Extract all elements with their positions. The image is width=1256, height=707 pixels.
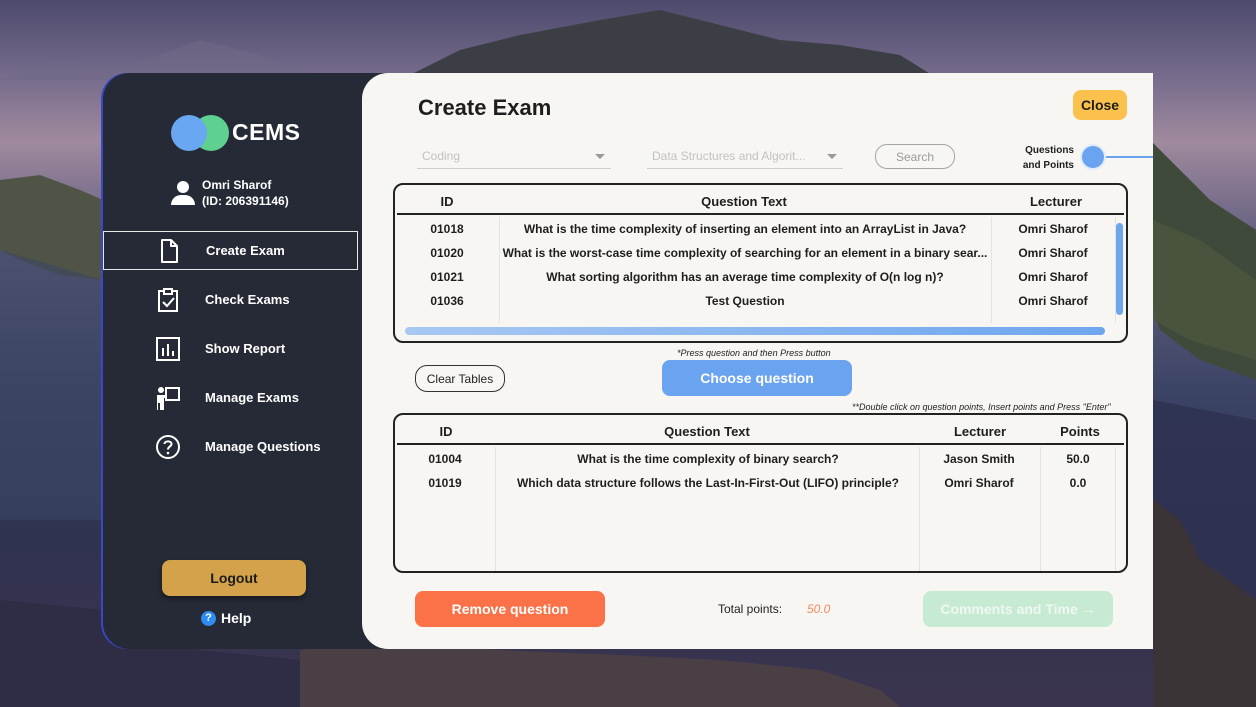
step-indicator-label: Questions and Points <box>1022 145 1074 171</box>
sidebar-item-show-report[interactable]: Show Report <box>103 329 393 368</box>
bar-chart-icon <box>156 336 180 361</box>
sidebar-item-label: Show Report <box>205 341 286 356</box>
choose-hint: *Press question and then Press button <box>677 348 831 358</box>
table-row[interactable]: 01036 Test Question Omri Sharof <box>395 289 1126 313</box>
points-hint: **Double click on question points, Inser… <box>852 402 1111 412</box>
help-icon: ? <box>201 610 216 626</box>
chevron-down-icon <box>827 154 837 159</box>
table-row[interactable]: 01019 Which data structure follows the L… <box>395 471 1126 495</box>
total-points-label: Total points: <box>718 602 783 616</box>
question-circle-icon <box>156 434 180 459</box>
sidebar-item-check-exams[interactable]: Check Exams <box>103 280 393 319</box>
subject-dropdown-value: Coding <box>422 149 461 163</box>
table-row[interactable]: 01020 What is the worst-case time comple… <box>395 241 1126 265</box>
table-row[interactable]: 01021 What sorting algorithm has an aver… <box>395 265 1126 289</box>
remove-question-button[interactable]: Remove question <box>415 591 605 627</box>
sidebar-item-create-exam[interactable]: Create Exam <box>103 231 358 270</box>
help-link[interactable]: ? Help <box>201 610 251 626</box>
column-header-lecturer[interactable]: Lecturer <box>991 194 1121 209</box>
sidebar-item-manage-questions[interactable]: Manage Questions <box>103 427 393 466</box>
table-header: ID Question Text Lecturer <box>397 185 1124 215</box>
table-header: ID Question Text Lecturer Points <box>397 415 1124 445</box>
document-icon <box>161 238 178 263</box>
clear-tables-button[interactable]: Clear Tables <box>415 365 505 392</box>
column-header-points[interactable]: Points <box>1041 424 1119 439</box>
comments-and-time-button[interactable]: Comments and Time → <box>923 591 1113 627</box>
course-dropdown[interactable]: Data Structures and Algorit... <box>647 145 843 169</box>
user-icon <box>169 179 197 207</box>
sidebar-item-label: Check Exams <box>205 292 290 307</box>
user-name: Omri Sharof <box>202 178 272 192</box>
question-bank-table: ID Question Text Lecturer 01018 What is … <box>393 183 1128 343</box>
horizontal-scrollbar[interactable] <box>405 327 1105 335</box>
sidebar-item-manage-exams[interactable]: Manage Exams <box>103 378 393 417</box>
user-info: Omri Sharof (ID: 206391146) <box>169 176 369 212</box>
table-row[interactable]: 01004 What is the time complexity of bin… <box>395 447 1126 471</box>
presenter-icon <box>157 386 180 410</box>
column-header-question-text[interactable]: Question Text <box>495 424 919 439</box>
step-indicator-line <box>1106 156 1153 158</box>
close-button[interactable]: Close <box>1073 90 1127 120</box>
vertical-scrollbar[interactable] <box>1116 223 1123 315</box>
points-cell[interactable]: 50.0 <box>1041 452 1115 466</box>
column-header-question-text[interactable]: Question Text <box>497 194 991 209</box>
table-row[interactable]: 01018 What is the time complexity of ins… <box>395 217 1126 241</box>
sidebar-item-label: Manage Exams <box>205 390 299 405</box>
sidebar-item-label: Create Exam <box>206 243 285 258</box>
user-id: (ID: 206391146) <box>202 194 289 208</box>
column-header-id[interactable]: ID <box>397 424 495 439</box>
step-indicator-dot <box>1080 144 1106 170</box>
choose-question-button[interactable]: Choose question <box>662 360 852 396</box>
sidebar-nav: Create Exam Check Exams Show Report Mana… <box>103 231 393 476</box>
column-header-id[interactable]: ID <box>397 194 497 209</box>
logo-text: CEMS <box>232 119 301 145</box>
clipboard-check-icon <box>158 287 178 312</box>
sidebar: CEMS Omri Sharof (ID: 206391146) Create … <box>103 73 393 649</box>
logout-button[interactable]: Logout <box>162 560 306 596</box>
sidebar-item-label: Manage Questions <box>205 439 321 454</box>
page-title: Create Exam <box>418 95 552 120</box>
course-dropdown-value: Data Structures and Algorit... <box>652 149 806 163</box>
points-cell[interactable]: 0.0 <box>1041 476 1115 490</box>
main-panel: Create Exam Close Coding Data Structures… <box>362 73 1153 649</box>
total-points-value: 50.0 <box>807 602 831 616</box>
app-logo: CEMS <box>171 115 311 153</box>
chevron-down-icon <box>595 154 605 159</box>
subject-dropdown[interactable]: Coding <box>417 145 611 169</box>
help-label: Help <box>221 610 252 626</box>
column-header-lecturer[interactable]: Lecturer <box>919 424 1041 439</box>
selected-questions-table: ID Question Text Lecturer Points 01004 W… <box>393 413 1128 573</box>
search-button[interactable]: Search <box>875 144 955 169</box>
